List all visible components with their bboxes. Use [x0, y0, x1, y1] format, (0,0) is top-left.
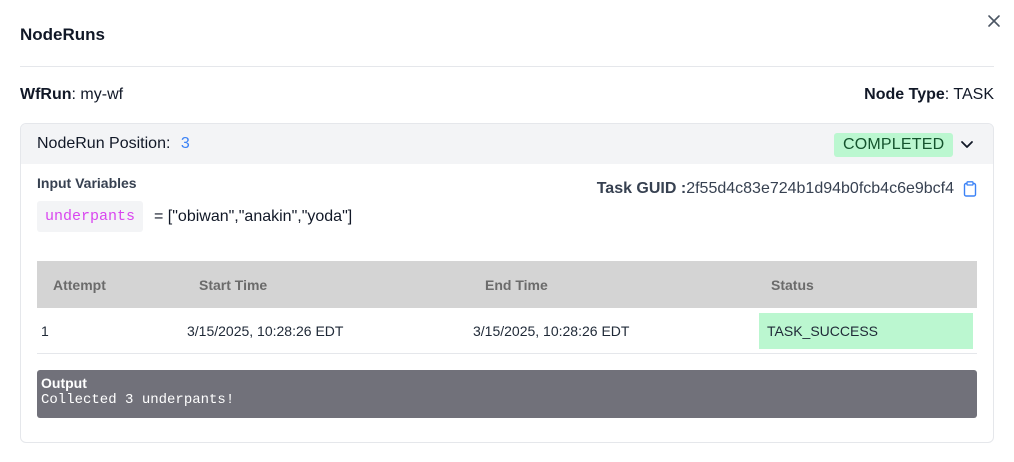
noderun-card-header[interactable]: NodeRun Position: 3 COMPLETED: [21, 124, 993, 164]
dialog-title: NodeRuns: [20, 25, 105, 44]
node-type-info: Node Type: TASK: [864, 86, 994, 103]
noderun-position-value: 3: [180, 135, 190, 152]
wfrun-label: WfRun: [20, 86, 72, 103]
node-type-value: TASK: [953, 86, 994, 103]
input-variables-label: Input Variables: [37, 175, 137, 191]
output-text: Collected 3 underpants!: [41, 392, 235, 408]
close-icon: [988, 15, 1000, 27]
task-guid-label: Task GUID :: [596, 180, 687, 197]
wfrun-info: WfRun: my-wf: [20, 86, 124, 103]
table-header: Attempt Start Time End Time Status: [37, 261, 977, 308]
wfrun-value: my-wf: [80, 86, 124, 103]
chevron-down-icon: [961, 141, 973, 148]
copy-guid-button[interactable]: [963, 181, 977, 197]
clipboard-icon: [963, 181, 977, 197]
task-guid: Task GUID : 2f55d4c83e724b1d94b0fcb4c6e9…: [597, 180, 977, 198]
column-header-end-time: End Time: [485, 277, 548, 293]
attempts-table: Attempt Start Time End Time Status 1 3/1…: [37, 261, 977, 354]
variable-name: underpants: [37, 201, 144, 232]
output-box: Output Collected 3 underpants!: [37, 370, 977, 418]
expand-toggle[interactable]: [959, 136, 975, 152]
cell-start-time: 3/15/2025, 10:28:26 EDT: [187, 323, 344, 339]
header-divider: [20, 66, 994, 67]
column-header-attempt: Attempt: [53, 277, 106, 293]
cell-attempt: 1: [41, 323, 49, 339]
table-row: 1 3/15/2025, 10:28:26 EDT 3/15/2025, 10:…: [37, 308, 977, 354]
meta-row: WfRun: my-wf Node Type: TASK: [20, 86, 994, 106]
noderuns-dialog: NodeRuns WfRun: my-wf Node Type: TASK No…: [0, 0, 1014, 462]
noderun-position-label: NodeRun Position:: [37, 135, 171, 152]
noderun-position: NodeRun Position: 3: [37, 135, 190, 153]
variable-value: = ["obiwan","anakin","yoda"]: [154, 208, 353, 225]
node-type-label: Node Type: [864, 86, 945, 103]
status-badge: COMPLETED: [834, 133, 954, 157]
column-header-status: Status: [771, 277, 814, 293]
noderun-card: NodeRun Position: 3 COMPLETED Input Vari…: [20, 123, 994, 443]
cell-status: TASK_SUCCESS: [759, 313, 973, 349]
output-label: Output: [41, 375, 87, 391]
close-button[interactable]: [985, 12, 1003, 30]
cell-end-time: 3/15/2025, 10:28:26 EDT: [473, 323, 630, 339]
column-header-start-time: Start Time: [199, 277, 268, 293]
task-guid-value: 2f55d4c83e724b1d94b0fcb4c6e9bcf4: [686, 180, 954, 197]
